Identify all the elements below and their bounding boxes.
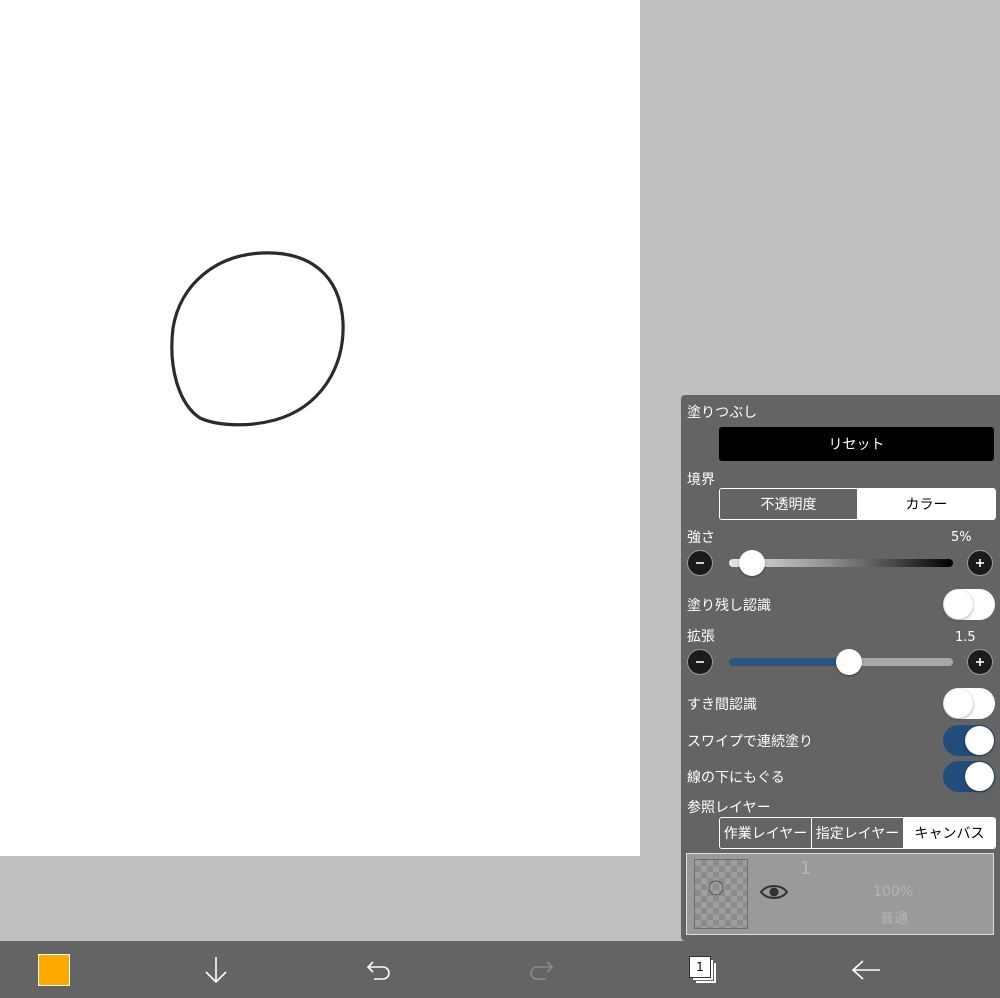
drawn-circle-stroke	[170, 251, 345, 427]
panel-title: 塗りつぶし	[687, 405, 758, 421]
reference-layer-label: 参照レイヤー	[687, 800, 771, 816]
under-line-toggle[interactable]	[943, 761, 995, 792]
swipe-fill-toggle[interactable]	[943, 725, 995, 756]
plus-icon	[976, 559, 984, 567]
back-button[interactable]	[834, 941, 898, 998]
layer-opacity: 100%	[873, 884, 914, 900]
eye-icon[interactable]	[759, 882, 789, 902]
leftover-recognition-toggle[interactable]	[943, 589, 995, 620]
reference-option-canvas[interactable]: キャンバス	[903, 818, 995, 848]
toggle-thumb	[965, 762, 994, 791]
fill-settings-panel: 塗りつぶし リセット 境界 不透明度 カラー 強さ 5% 塗り残し認識 拡張 1…	[681, 395, 1000, 941]
color-swatch	[38, 953, 70, 986]
expand-slider-knob[interactable]	[835, 649, 862, 675]
boundary-option-opacity[interactable]: 不透明度	[720, 489, 857, 519]
canvas-drawing	[170, 251, 345, 427]
reference-option-working-layer[interactable]: 作業レイヤー	[720, 818, 811, 848]
down-arrow-button[interactable]	[184, 941, 248, 998]
boundary-option-color[interactable]: カラー	[857, 489, 995, 519]
strength-label: 強さ	[687, 530, 715, 546]
strength-decrease-button[interactable]	[687, 550, 713, 576]
expand-label: 拡張	[687, 629, 715, 645]
strength-slider-knob[interactable]	[738, 550, 765, 576]
color-button[interactable]	[22, 941, 86, 998]
reference-option-specified-layer[interactable]: 指定レイヤー	[811, 818, 903, 848]
undo-icon	[366, 960, 390, 980]
expand-decrease-button[interactable]	[687, 649, 713, 675]
gap-recognition-toggle[interactable]	[943, 688, 995, 719]
minus-icon	[696, 661, 704, 663]
back-arrow-icon	[851, 959, 880, 980]
toggle-thumb	[944, 689, 973, 718]
layers-button[interactable]: 1	[671, 941, 735, 998]
redo-button[interactable]	[509, 941, 573, 998]
layer-row[interactable]: 1 100% 普通	[686, 853, 994, 935]
layer-thumbnail	[694, 859, 748, 929]
bottom-toolbar: 1	[0, 941, 1000, 998]
toggle-thumb	[965, 726, 994, 755]
boundary-label: 境界	[687, 472, 715, 488]
down-arrow-icon	[205, 956, 227, 983]
reset-button[interactable]: リセット	[719, 427, 994, 461]
boundary-segmented-control: 不透明度 カラー	[719, 488, 996, 520]
layer-number: 1	[800, 858, 812, 879]
plus-icon	[976, 658, 984, 666]
toggle-thumb	[944, 590, 973, 619]
layers-icon: 1	[688, 955, 718, 985]
layer-blend-mode: 普通	[880, 911, 908, 927]
gap-recognition-label: すき間認識	[687, 697, 757, 713]
redo-icon	[530, 960, 554, 980]
swipe-fill-label: スワイプで連続塗り	[687, 734, 813, 750]
layers-count: 1	[689, 955, 711, 978]
drawing-canvas[interactable]	[0, 0, 640, 856]
leftover-recognition-label: 塗り残し認識	[687, 598, 771, 614]
layer-thumbnail-circle	[708, 880, 724, 896]
undo-button[interactable]	[347, 941, 411, 998]
expand-increase-button[interactable]	[967, 649, 993, 675]
minus-icon	[696, 562, 704, 564]
expand-value: 1.5	[955, 630, 976, 645]
under-line-label: 線の下にもぐる	[687, 770, 785, 786]
strength-value: 5%	[951, 530, 972, 545]
strength-increase-button[interactable]	[967, 550, 993, 576]
reference-layer-segmented-control: 作業レイヤー 指定レイヤー キャンバス	[719, 817, 996, 849]
